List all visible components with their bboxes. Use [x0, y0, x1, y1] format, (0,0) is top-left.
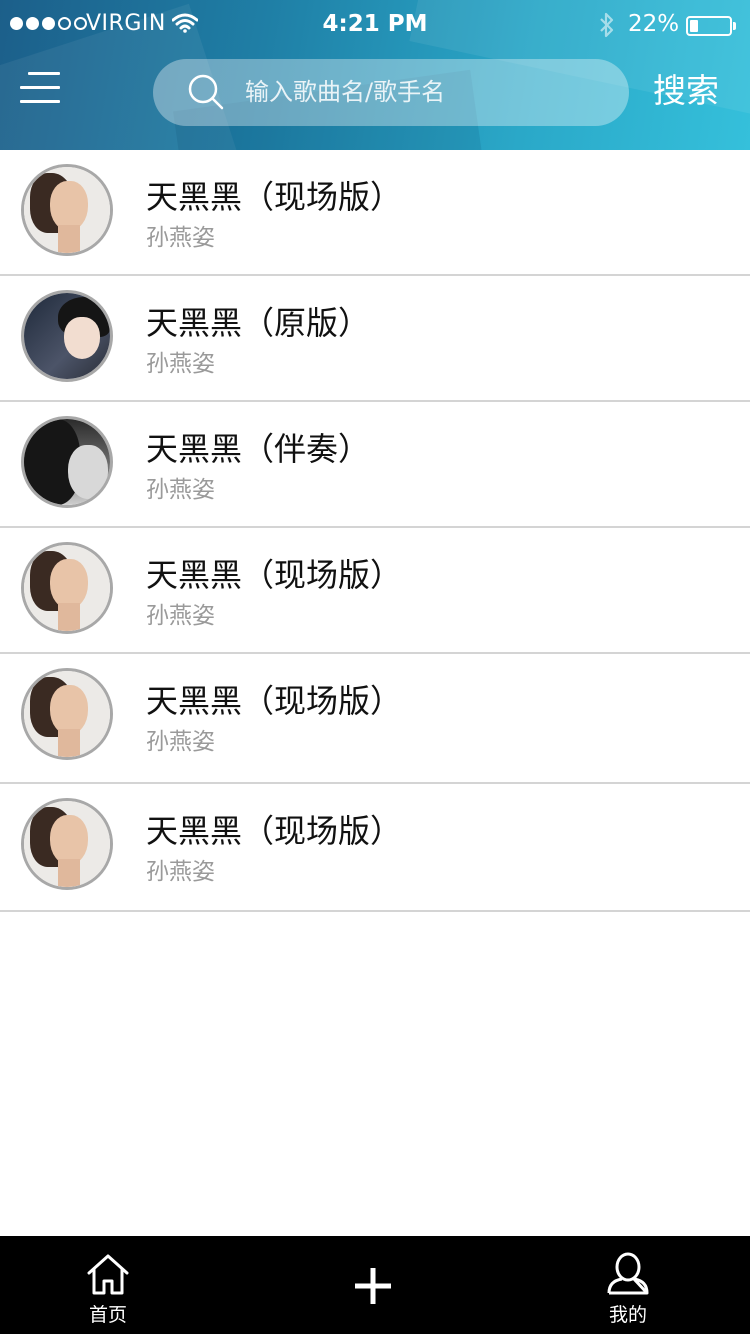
tab-home[interactable]: 首页 — [68, 1236, 148, 1334]
add-button[interactable] — [335, 1236, 415, 1334]
song-artist: 孙燕姿 — [146, 351, 215, 377]
song-list-item[interactable]: 天黑黑（伴奏） 孙燕姿 — [0, 402, 750, 528]
battery-icon — [686, 16, 732, 36]
battery-percentage: 22% — [628, 11, 680, 37]
search-bar[interactable] — [153, 59, 629, 126]
tab-me-label: 我的 — [608, 1304, 647, 1326]
battery-level — [690, 20, 698, 32]
artist-avatar — [21, 668, 113, 760]
battery-tip — [733, 22, 736, 30]
song-title: 天黑黑（伴奏） — [146, 430, 371, 468]
song-title: 天黑黑（现场版） — [146, 812, 403, 850]
artist-avatar — [21, 542, 113, 634]
search-icon — [187, 73, 225, 115]
song-title: 天黑黑（现场版） — [146, 556, 403, 594]
home-icon — [86, 1252, 130, 1300]
song-artist: 孙燕姿 — [146, 729, 215, 755]
tab-me[interactable]: 我的 — [588, 1236, 668, 1334]
hamburger-menu-icon — [20, 86, 60, 89]
search-button[interactable]: 搜索 — [653, 64, 719, 112]
artist-avatar — [21, 164, 113, 256]
song-list: 天黑黑（现场版） 孙燕姿 天黑黑（原版） 孙燕姿 天黑黑（伴奏） 孙燕姿 天黑黑… — [0, 150, 750, 912]
song-list-item[interactable]: 天黑黑（现场版） 孙燕姿 — [0, 150, 750, 276]
bottom-tab-bar: 首页 我的 — [0, 1236, 750, 1334]
song-title: 天黑黑（原版） — [146, 304, 371, 342]
hamburger-menu-icon — [20, 100, 60, 103]
user-icon — [606, 1252, 650, 1300]
artist-avatar — [21, 290, 113, 382]
song-list-item[interactable]: 天黑黑（现场版） 孙燕姿 — [0, 528, 750, 654]
search-input[interactable] — [245, 69, 605, 115]
hamburger-menu-icon — [28, 72, 60, 75]
artist-avatar — [21, 798, 113, 890]
plus-icon — [353, 1266, 393, 1310]
song-list-item[interactable]: 天黑黑（原版） 孙燕姿 — [0, 276, 750, 402]
song-list-item[interactable]: 天黑黑（现场版） 孙燕姿 — [0, 784, 750, 912]
song-artist: 孙燕姿 — [146, 225, 215, 251]
song-artist: 孙燕姿 — [146, 603, 215, 629]
song-title: 天黑黑（现场版） — [146, 682, 403, 720]
song-title: 天黑黑（现场版） — [146, 178, 403, 216]
song-list-item[interactable]: 天黑黑（现场版） 孙燕姿 — [0, 654, 750, 784]
menu-button[interactable] — [20, 70, 62, 104]
app-header: VIRGIN 4:21 PM 22% 输入歌曲名/歌手名 搜索 — [0, 0, 750, 150]
bluetooth-icon — [598, 11, 616, 43]
song-artist: 孙燕姿 — [146, 477, 215, 503]
artist-avatar — [21, 416, 113, 508]
status-bar: VIRGIN 4:21 PM 22% — [0, 0, 750, 50]
tab-home-label: 首页 — [88, 1304, 127, 1326]
song-artist: 孙燕姿 — [146, 859, 215, 885]
